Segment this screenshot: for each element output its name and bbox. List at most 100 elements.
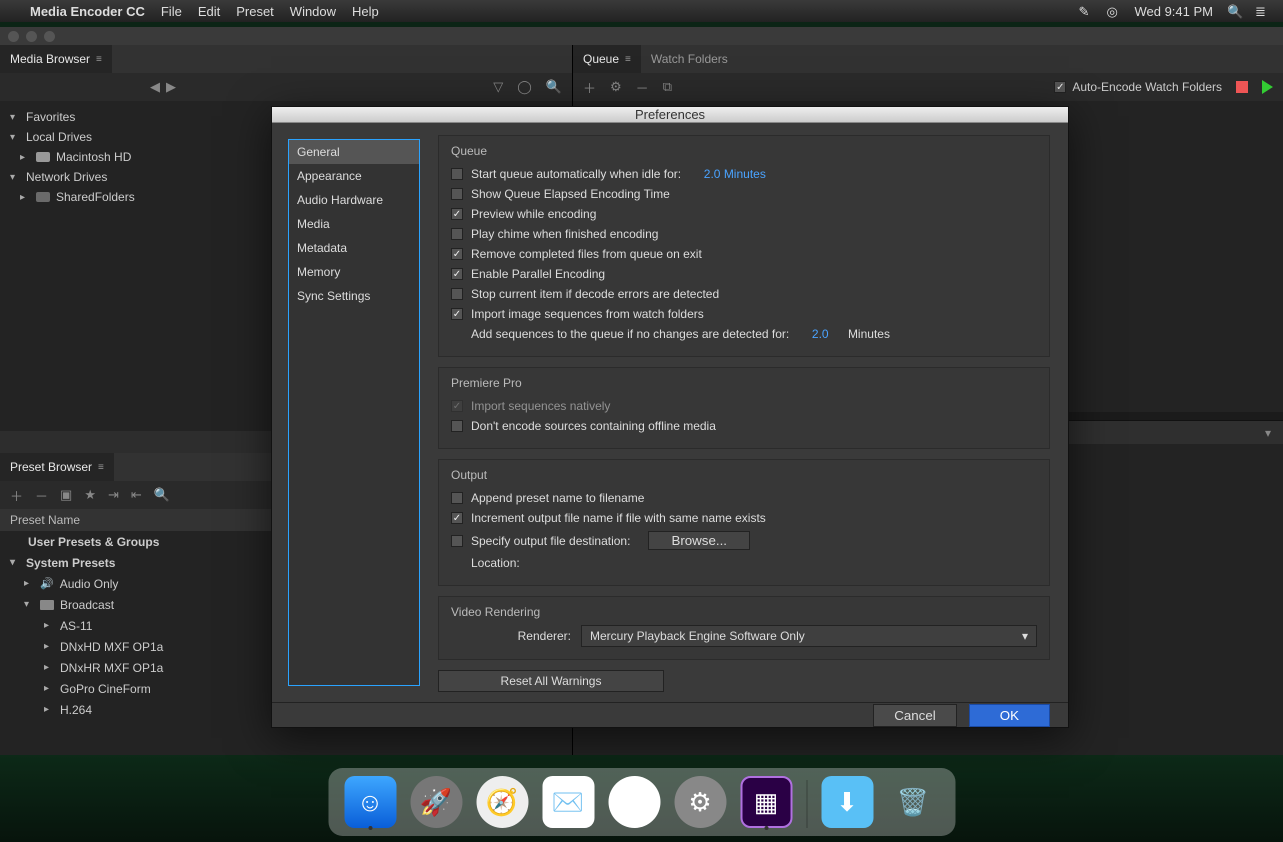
menu-preset[interactable]: Preset: [236, 4, 274, 19]
reset-warnings-button[interactable]: Reset All Warnings: [438, 670, 664, 692]
dock-safari[interactable]: 🧭: [476, 776, 528, 828]
checkbox-start-idle[interactable]: [451, 168, 463, 180]
nav-back-icon[interactable]: ◀: [150, 79, 160, 95]
add-source-icon[interactable]: ＋: [583, 78, 596, 97]
ok-button[interactable]: OK: [969, 704, 1050, 727]
menu-help[interactable]: Help: [352, 4, 379, 19]
audio-only-label: Audio Only: [60, 577, 119, 591]
cat-media[interactable]: Media: [289, 212, 419, 236]
cat-appearance[interactable]: Appearance: [289, 164, 419, 188]
cat-metadata[interactable]: Metadata: [289, 236, 419, 260]
queue-settings-icon[interactable]: ⚙: [610, 79, 622, 95]
checkbox-chime[interactable]: [451, 228, 463, 240]
remove-icon[interactable]: －: [636, 78, 649, 97]
opt-label: Import image sequences from watch folder…: [471, 307, 704, 321]
search-icon[interactable]: 🔍: [546, 79, 562, 95]
section-title: Video Rendering: [451, 605, 1037, 619]
checkbox-specify-dest[interactable]: [451, 535, 463, 547]
cat-sync-settings[interactable]: Sync Settings: [289, 284, 419, 308]
panel-menu-icon[interactable]: ≡: [625, 54, 631, 65]
new-group-icon[interactable]: ▣: [60, 487, 72, 503]
checkbox-icon: [1054, 81, 1066, 93]
section-title: Premiere Pro: [451, 376, 1037, 390]
dock-media-encoder[interactable]: ▦: [740, 776, 792, 828]
panel-menu-icon[interactable]: ≡: [98, 462, 104, 473]
seq-minutes-field[interactable]: 2.0: [812, 327, 829, 341]
browse-button[interactable]: Browse...: [648, 531, 750, 550]
prefs-category-list: General Appearance Audio Hardware Media …: [288, 139, 420, 686]
chevron-right-icon: ▸: [44, 641, 54, 652]
preset-settings-icon[interactable]: ★: [84, 487, 96, 503]
filter-icon[interactable]: ▽: [493, 79, 503, 95]
stop-queue-icon[interactable]: [1236, 81, 1248, 93]
import-preset-icon[interactable]: ⇥: [108, 487, 119, 503]
system-presets-label: System Presets: [26, 556, 115, 570]
cat-audio-hardware[interactable]: Audio Hardware: [289, 188, 419, 212]
checkbox-preview[interactable]: [451, 208, 463, 220]
section-queue: Queue Start queue automatically when idl…: [438, 135, 1050, 357]
dock-launchpad[interactable]: 🚀: [410, 776, 462, 828]
opt-label: Specify output file destination:: [471, 534, 630, 548]
export-preset-icon[interactable]: ⇤: [131, 487, 142, 503]
dock-mail[interactable]: ✉️: [542, 776, 594, 828]
chevron-down-icon: ▾: [10, 557, 20, 568]
opt-label: Stop current item if decode errors are d…: [471, 287, 719, 301]
auto-encode-toggle[interactable]: Auto-Encode Watch Folders: [1054, 80, 1222, 94]
chevron-down-icon: ▾: [10, 172, 20, 183]
opt-label: Append preset name to filename: [471, 491, 644, 505]
opt-label: Add sequences to the queue if no changes…: [471, 327, 789, 341]
add-preset-icon[interactable]: ＋: [10, 486, 23, 505]
remove-preset-icon[interactable]: －: [35, 486, 48, 505]
cc-status-icon[interactable]: ✎: [1078, 4, 1092, 18]
chevron-down-icon: ▾: [1265, 426, 1271, 440]
cat-general[interactable]: General: [289, 140, 419, 164]
checkbox-import-image-seq[interactable]: [451, 308, 463, 320]
queue-tab[interactable]: Queue ≡: [573, 45, 641, 73]
idle-minutes-field[interactable]: 2.0 Minutes: [704, 167, 766, 181]
cc-cloud-icon[interactable]: ◎: [1106, 4, 1120, 18]
section-title: Output: [451, 468, 1037, 482]
location-label: Location:: [471, 556, 520, 570]
minimize-button[interactable]: [26, 31, 37, 42]
ingest-icon[interactable]: ◯: [517, 79, 532, 95]
dock-trash[interactable]: 🗑️: [887, 776, 939, 828]
close-button[interactable]: [8, 31, 19, 42]
duplicate-icon[interactable]: ⧉: [663, 79, 672, 95]
nav-forward-icon[interactable]: ▶: [166, 79, 176, 95]
zoom-button[interactable]: [44, 31, 55, 42]
section-premiere: Premiere Pro Import sequences natively D…: [438, 367, 1050, 449]
start-queue-icon[interactable]: [1262, 80, 1273, 94]
preset-search-icon[interactable]: 🔍: [154, 487, 170, 503]
auto-encode-label: Auto-Encode Watch Folders: [1072, 80, 1222, 94]
checkbox-no-offline[interactable]: [451, 420, 463, 432]
checkbox-parallel[interactable]: [451, 268, 463, 280]
checkbox-stop-decode-error[interactable]: [451, 288, 463, 300]
dock-finder[interactable]: ☺: [344, 776, 396, 828]
checkbox-remove-completed[interactable]: [451, 248, 463, 260]
menu-window[interactable]: Window: [290, 4, 336, 19]
spotlight-icon[interactable]: 🔍: [1227, 4, 1241, 18]
checkbox-increment-name[interactable]: [451, 512, 463, 524]
menu-edit[interactable]: Edit: [198, 4, 220, 19]
opt-label: Show Queue Elapsed Encoding Time: [471, 187, 670, 201]
renderer-dropdown[interactable]: Mercury Playback Engine Software Only ▾: [581, 625, 1037, 647]
app-name[interactable]: Media Encoder CC: [30, 4, 145, 19]
checkbox-import-native: [451, 400, 463, 412]
dock-system-prefs[interactable]: ⚙: [674, 776, 726, 828]
panel-menu-icon[interactable]: ≡: [96, 54, 102, 65]
menu-list-icon[interactable]: ≣: [1255, 4, 1269, 18]
dock-downloads[interactable]: ⬇: [821, 776, 873, 828]
watch-folders-tab[interactable]: Watch Folders: [641, 45, 738, 73]
preset-browser-tab[interactable]: Preset Browser ≡: [0, 453, 114, 481]
drive-icon: [36, 152, 50, 162]
cancel-button[interactable]: Cancel: [873, 704, 957, 727]
dock-itunes[interactable]: ♪: [608, 776, 660, 828]
checkbox-append-preset[interactable]: [451, 492, 463, 504]
prefs-footer: Cancel OK: [272, 702, 1068, 727]
cat-memory[interactable]: Memory: [289, 260, 419, 284]
media-browser-tab[interactable]: Media Browser ≡: [0, 45, 112, 73]
menubar-clock[interactable]: Wed 9:41 PM: [1134, 4, 1213, 19]
chevron-down-icon: ▾: [10, 112, 20, 123]
menu-file[interactable]: File: [161, 4, 182, 19]
checkbox-show-elapsed[interactable]: [451, 188, 463, 200]
